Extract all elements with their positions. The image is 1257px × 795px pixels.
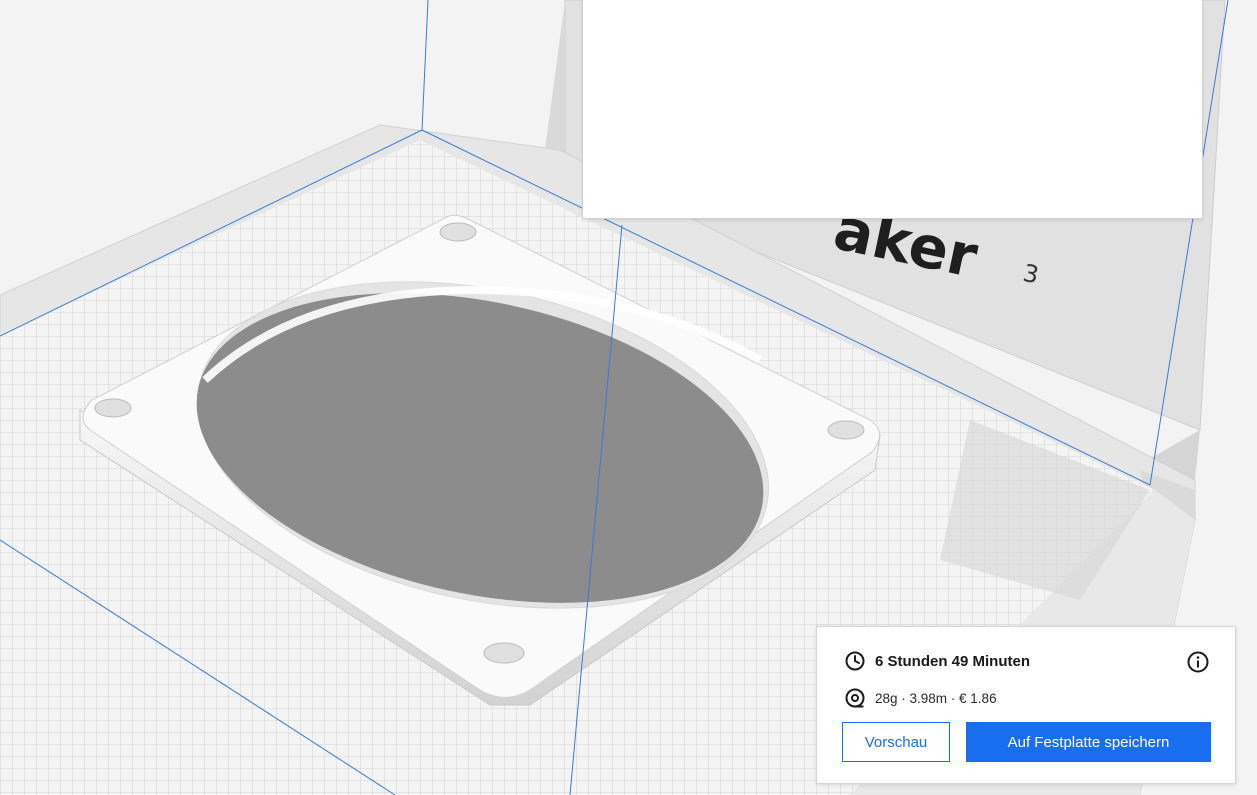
print-info-panel: 6 Stunden 49 Minuten 28g · 3.98m · € 1.8… — [816, 626, 1236, 784]
print-time: 6 Stunden 49 Minuten — [875, 652, 1031, 670]
spool-icon — [845, 688, 865, 708]
top-panel — [582, 0, 1203, 219]
material-usage: 28g · 3.98m · € 1.86 — [875, 690, 997, 706]
material-row: 28g · 3.98m · € 1.86 — [845, 688, 997, 708]
preview-button[interactable]: Vorschau — [842, 722, 950, 762]
info-icon — [1187, 651, 1209, 673]
clock-icon — [845, 651, 865, 671]
save-to-disk-button[interactable]: Auf Festplatte speichern — [966, 722, 1211, 762]
print-time-row: 6 Stunden 49 Minuten — [845, 651, 1030, 671]
info-button[interactable] — [1187, 651, 1209, 673]
